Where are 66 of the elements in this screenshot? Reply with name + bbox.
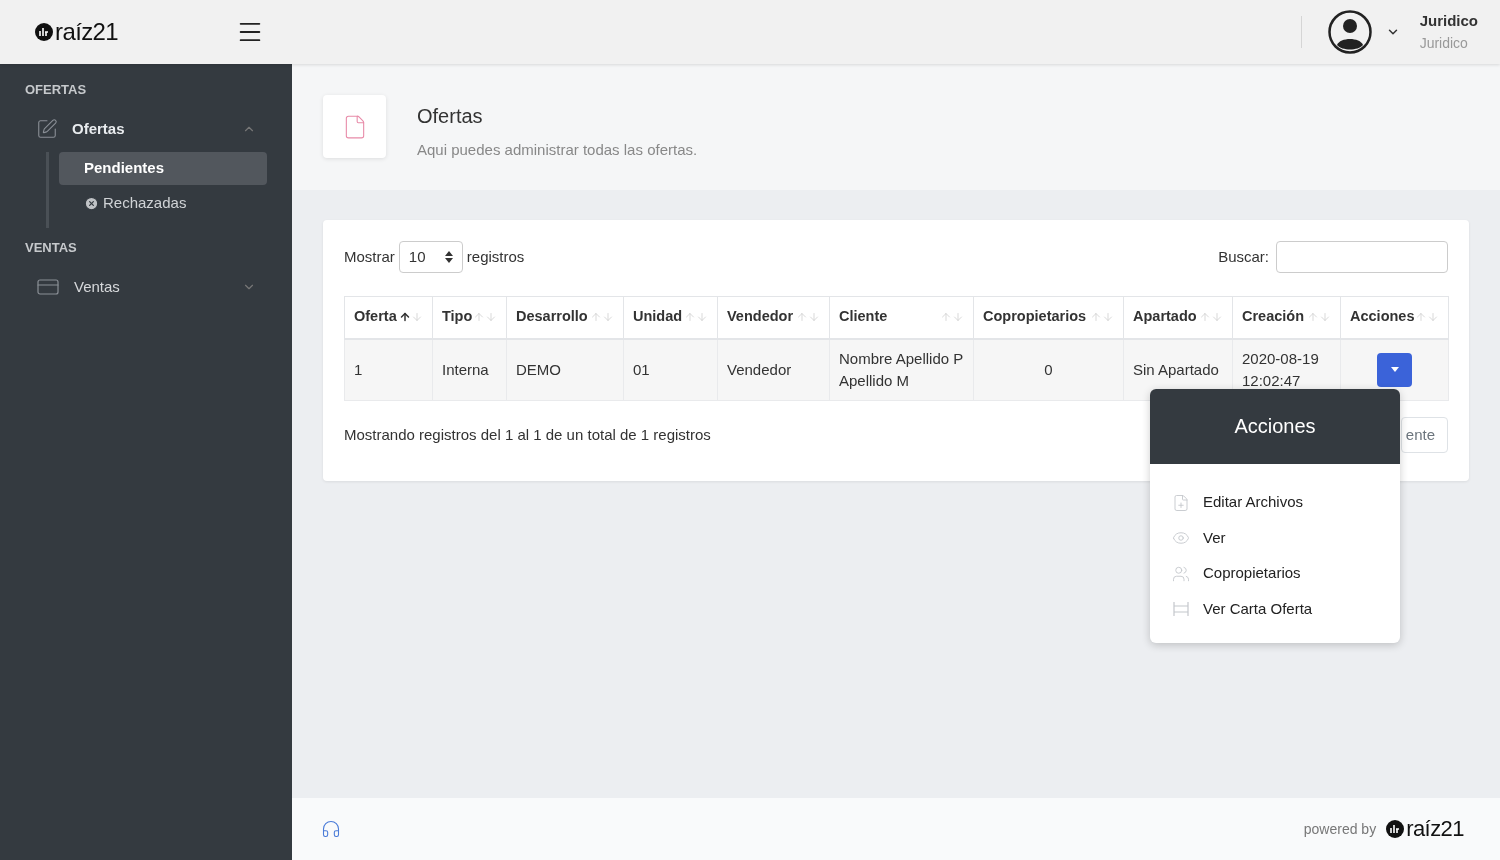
column-header[interactable]: Unidad [623, 296, 718, 339]
sort-down-icon [485, 311, 497, 324]
table-cell: DEMO [506, 338, 624, 401]
menu-item[interactable]: Copropietarios [1150, 555, 1400, 592]
menu-item[interactable]: Ver Carta Oferta [1150, 591, 1400, 627]
sort-down-icon [952, 311, 964, 324]
sort-down-icon [1211, 311, 1223, 324]
column-header[interactable]: Acciones [1340, 296, 1449, 339]
table-cell: 01 [623, 338, 718, 401]
table-cell: 1 [344, 338, 433, 401]
logo-icon [1386, 820, 1405, 838]
column-header[interactable]: Copropietarios [973, 296, 1124, 339]
select-arrows-icon [444, 251, 453, 263]
page-subtitle: Aqui puedes administrar todas las ofertas. [417, 140, 698, 160]
logo-text: raíz21 [1406, 818, 1464, 840]
eye-icon [1172, 529, 1190, 547]
sort-down-icon [1319, 311, 1331, 324]
file-plus-icon [1172, 493, 1190, 512]
search-field[interactable] [1276, 241, 1448, 273]
logo-text: raíz21 [55, 20, 119, 44]
caret-down-icon [1390, 367, 1399, 373]
next-page-button[interactable]: ente [1400, 417, 1448, 453]
table-cell: Nombre Apellido P Apellido M [829, 338, 974, 401]
column-header[interactable]: Vendedor [717, 296, 830, 339]
menu-item[interactable]: Ver [1150, 520, 1400, 556]
frame-icon [1172, 600, 1190, 618]
menu-item[interactable]: Editar Archivos [1150, 484, 1400, 521]
powered-by-label: powered by [1303, 819, 1377, 839]
sidebar-section-title: VENTAS [24, 239, 78, 256]
sort-down-icon [411, 311, 423, 324]
avatar-icon [1327, 10, 1372, 54]
show-label: Mostrar [344, 246, 395, 267]
column-header[interactable]: Tipo [432, 296, 507, 339]
table-info: Mostrando registros del 1 al 1 de un total de 1 registros [344, 424, 711, 445]
column-header[interactable]: Apartado [1123, 296, 1233, 339]
column-header[interactable]: Creación [1232, 296, 1341, 339]
logo-icon [35, 23, 53, 41]
actions-dropdown-button[interactable] [1377, 352, 1412, 387]
sort-down-icon [696, 311, 708, 324]
edit-icon [36, 118, 58, 140]
table-cell: 0 [973, 338, 1124, 401]
sidebar-section-title: OFERTAS [24, 81, 88, 98]
records-label: registros [466, 246, 525, 267]
actions-menu-header: Acciones [1150, 388, 1400, 464]
sort-down-icon [808, 311, 820, 324]
page-title: Ofertas [417, 104, 484, 129]
column-header[interactable]: Oferta [344, 296, 433, 339]
sidebar-subitem[interactable]: Rechazadas [59, 187, 267, 220]
page-size-select[interactable]: 10 [398, 241, 463, 273]
user-name: Juridico [1419, 11, 1478, 32]
sidebar-item[interactable]: Ofertas [0, 114, 292, 144]
user-menu-button[interactable]: Juridico Juridico [1327, 10, 1478, 54]
search-label: Buscar: [1218, 246, 1269, 267]
users-icon [1172, 564, 1190, 583]
close-circle-icon [84, 196, 99, 211]
headset-icon [321, 819, 341, 839]
column-header[interactable]: Desarrollo [506, 296, 624, 339]
sidebar-subitem[interactable]: Pendientes [59, 152, 267, 185]
column-header[interactable]: Cliente [829, 296, 974, 339]
user-role: Juridico [1419, 33, 1468, 53]
sidebar-item[interactable]: Ventas [0, 272, 292, 302]
table-cell: Vendedor [717, 338, 830, 401]
sort-down-icon [1102, 311, 1114, 324]
table-cell: Interna [432, 338, 507, 401]
sort-down-icon [602, 311, 614, 324]
sort-down-icon [1427, 311, 1439, 324]
